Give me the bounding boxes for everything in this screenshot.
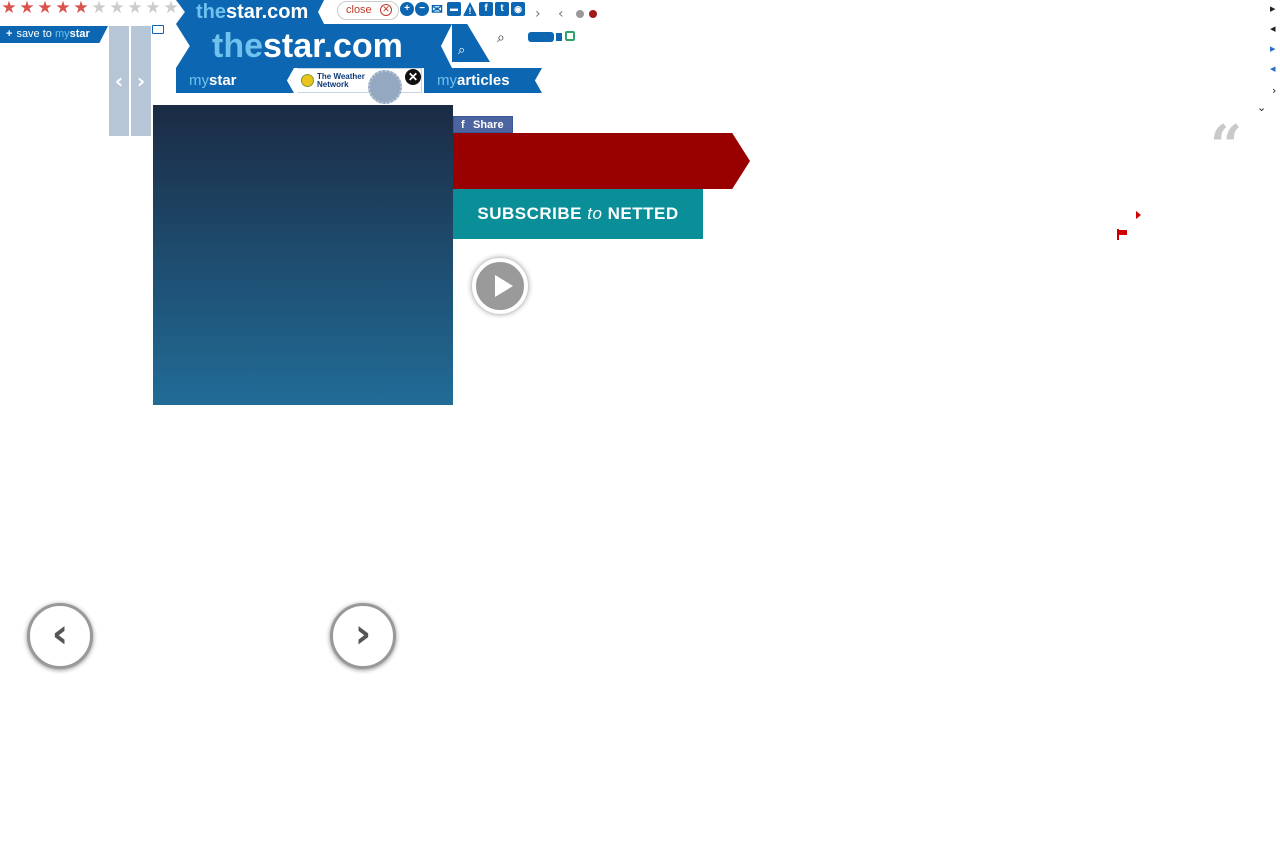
chevron-left-icon: ‹ bbox=[51, 611, 69, 657]
subscribe-to: to bbox=[587, 204, 603, 223]
pager-dot[interactable] bbox=[576, 10, 584, 18]
star-icon[interactable]: ★ bbox=[90, 0, 108, 17]
star-icon[interactable]: ★ bbox=[126, 0, 144, 17]
print-icon[interactable]: ▬ bbox=[447, 2, 461, 16]
close-icon: ✕ bbox=[380, 4, 392, 16]
pager-dot-active[interactable] bbox=[589, 10, 597, 18]
quote-icon: “ bbox=[1210, 113, 1243, 179]
arrow-right-icon[interactable]: ▸ bbox=[1270, 42, 1276, 55]
email-icon[interactable]: ✉ bbox=[430, 2, 444, 16]
chevron-right-icon: › bbox=[354, 611, 372, 657]
gallery-next-button[interactable]: › bbox=[330, 603, 396, 669]
lock-icon[interactable] bbox=[565, 31, 575, 41]
promo-banner[interactable] bbox=[453, 133, 750, 189]
site-logo-small[interactable]: thestar.com bbox=[176, 0, 324, 24]
arrow-right-icon[interactable]: ▸ bbox=[1270, 2, 1276, 15]
facebook-share-button[interactable]: f Share bbox=[453, 116, 513, 133]
logo-star: star bbox=[263, 27, 324, 65]
share-label: Share bbox=[473, 119, 504, 131]
save-to-mystar-button[interactable]: + save to mystar bbox=[0, 26, 108, 43]
close-icon[interactable]: ✕ bbox=[405, 69, 421, 85]
video-icon[interactable] bbox=[556, 33, 562, 41]
star-icon[interactable]: ★ bbox=[36, 0, 54, 17]
logo-dotcom: .com bbox=[261, 1, 309, 23]
chevron-down-icon[interactable]: ⌄ bbox=[1257, 101, 1266, 114]
zoom-out-icon[interactable]: − bbox=[415, 2, 429, 16]
save-star: star bbox=[69, 28, 90, 40]
loading-spinner-icon bbox=[368, 70, 402, 104]
subscribe-pre: SUBSCRIBE bbox=[477, 204, 588, 223]
arrow-left-icon[interactable]: ◂ bbox=[1270, 22, 1276, 35]
weather-network-logo[interactable]: The Weather Network bbox=[290, 68, 422, 93]
myarticles-articles: articles bbox=[457, 72, 510, 89]
mystar-tab[interactable]: mystar bbox=[176, 68, 294, 93]
gallery-prev-button[interactable]: ‹ bbox=[27, 603, 93, 669]
mystar-my: my bbox=[189, 72, 209, 89]
play-icon bbox=[495, 275, 513, 297]
chevron-left-icon[interactable]: ‹ bbox=[558, 6, 564, 22]
chat-icon[interactable] bbox=[152, 25, 164, 34]
media-image[interactable] bbox=[153, 105, 453, 405]
search-tab[interactable]: ⌕ bbox=[452, 24, 490, 62]
logo-star: star bbox=[226, 1, 262, 23]
alert-icon[interactable]: ! bbox=[463, 2, 477, 16]
logo-the: the bbox=[212, 27, 263, 65]
search-icon: ⌕ bbox=[458, 42, 466, 57]
globe-icon bbox=[301, 74, 314, 87]
star-icon[interactable]: ★ bbox=[54, 0, 72, 17]
star-icon[interactable]: ★ bbox=[108, 0, 126, 17]
twitter-icon[interactable]: t bbox=[495, 2, 509, 16]
magnifier-icon[interactable]: ⌕ bbox=[497, 30, 505, 46]
chevron-right-icon[interactable]: › bbox=[535, 6, 541, 22]
logo-dotcom: .com bbox=[323, 27, 403, 65]
star-icon[interactable]: ★ bbox=[18, 0, 36, 17]
star-icon[interactable]: ★ bbox=[72, 0, 90, 17]
plus-icon: + bbox=[6, 28, 13, 40]
chevron-right-icon: › bbox=[136, 69, 146, 93]
myarticles-tab[interactable]: myarticles bbox=[424, 68, 542, 93]
camera-icon[interactable] bbox=[528, 32, 554, 42]
slider-next-button[interactable]: › bbox=[131, 26, 151, 136]
star-icon[interactable]: ★ bbox=[144, 0, 162, 17]
flag-icon[interactable] bbox=[1117, 229, 1127, 240]
arrow-left-icon[interactable]: ◂ bbox=[1270, 62, 1276, 75]
facebook-icon: f bbox=[461, 119, 465, 131]
subscribe-post: NETTED bbox=[602, 204, 679, 223]
myarticles-my: my bbox=[437, 72, 457, 89]
close-label: close bbox=[346, 4, 372, 16]
zoom-in-icon[interactable]: + bbox=[400, 2, 414, 16]
chevron-right-icon[interactable]: › bbox=[1272, 84, 1276, 97]
mystar-star: star bbox=[209, 72, 237, 89]
facebook-icon[interactable]: f bbox=[479, 2, 493, 16]
arrow-right-icon[interactable] bbox=[1136, 211, 1141, 219]
play-button[interactable] bbox=[472, 258, 528, 314]
rss-icon[interactable]: ◉ bbox=[511, 2, 525, 16]
site-logo[interactable]: thestar.com bbox=[176, 24, 452, 68]
subscribe-button[interactable]: SUBSCRIBE to NETTED bbox=[453, 189, 703, 239]
logo-the: the bbox=[196, 1, 226, 23]
star-rating[interactable]: ★ ★ ★ ★ ★ ★ ★ ★ ★ ★ bbox=[0, 0, 180, 17]
chevron-left-icon: ‹ bbox=[114, 69, 124, 93]
close-button[interactable]: close ✕ bbox=[337, 1, 399, 20]
star-icon[interactable]: ★ bbox=[0, 0, 18, 17]
save-my: my bbox=[54, 28, 70, 40]
save-prefix: save to bbox=[16, 28, 52, 40]
star-icon[interactable]: ★ bbox=[162, 0, 180, 17]
slider-prev-button[interactable]: ‹ bbox=[109, 26, 129, 136]
